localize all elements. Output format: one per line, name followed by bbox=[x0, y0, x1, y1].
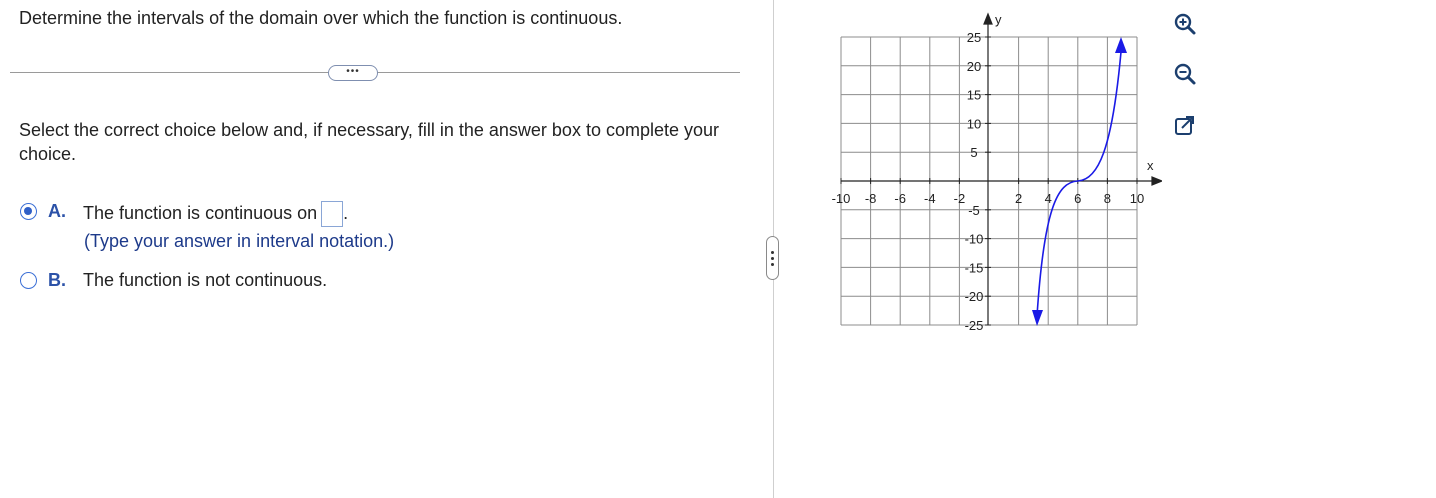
question-text: Determine the intervals of the domain ov… bbox=[19, 8, 623, 28]
y-tick-label: 15 bbox=[967, 88, 981, 103]
pop-out-icon[interactable] bbox=[1173, 114, 1197, 138]
choice-b-radio[interactable] bbox=[20, 272, 37, 289]
choice-a-hint: (Type your answer in interval notation.) bbox=[84, 231, 395, 251]
choice-b[interactable]: B. The function is not continuous. bbox=[20, 270, 327, 291]
choice-b-text: The function is not continuous. bbox=[83, 270, 328, 290]
y-axis-label: y bbox=[995, 12, 1002, 27]
x-tick-label: 6 bbox=[1074, 191, 1081, 206]
curve-arrow-down bbox=[1032, 310, 1043, 326]
zoom-out-icon[interactable] bbox=[1173, 62, 1197, 86]
choice-a[interactable]: A. The function is continuous on. bbox=[20, 201, 348, 227]
axes bbox=[841, 12, 1162, 325]
x-tick-label: -10 bbox=[832, 191, 851, 206]
y-tick-label: 20 bbox=[967, 59, 981, 74]
more-button[interactable]: ••• bbox=[328, 65, 378, 81]
function-graph: x y -10 -8 -6 -4 -2 2 4 6 8 10 25 20 15 … bbox=[832, 12, 1162, 333]
choice-b-letter: B. bbox=[48, 270, 66, 290]
y-tick-label: -15 bbox=[965, 260, 984, 275]
question-pane: Determine the intervals of the domain ov… bbox=[0, 0, 760, 498]
choice-a-radio[interactable] bbox=[20, 203, 37, 220]
y-tick-label: -20 bbox=[965, 289, 984, 304]
x-tick-label: 10 bbox=[1130, 191, 1144, 206]
curve-arrow-up bbox=[1115, 37, 1127, 53]
x-tick-label: -8 bbox=[865, 191, 877, 206]
y-tick-label: -5 bbox=[968, 203, 980, 218]
choice-a-letter: A. bbox=[48, 201, 66, 221]
y-tick-label: -25 bbox=[965, 318, 984, 333]
splitter-handle[interactable] bbox=[766, 236, 779, 280]
y-tick-label: 10 bbox=[967, 116, 981, 131]
x-tick-label: -6 bbox=[894, 191, 906, 206]
x-tick-label: 8 bbox=[1104, 191, 1111, 206]
x-axis-label: x bbox=[1147, 158, 1154, 173]
x-tick-label: -4 bbox=[924, 191, 936, 206]
x-tick-label: 2 bbox=[1015, 191, 1022, 206]
x-tick-label: 4 bbox=[1045, 191, 1052, 206]
y-tick-label: 5 bbox=[970, 145, 977, 160]
choice-a-label: The function is continuous on bbox=[83, 202, 318, 223]
y-tick-label: 25 bbox=[967, 30, 981, 45]
y-tick-label: -10 bbox=[965, 232, 984, 247]
choice-a-text: The function is continuous on. bbox=[83, 201, 348, 227]
interval-answer-input[interactable] bbox=[321, 201, 344, 227]
instruction-text: Select the correct choice below and, if … bbox=[19, 120, 720, 164]
choice-a-suffix: . bbox=[343, 202, 349, 223]
x-tick-label: -2 bbox=[954, 191, 966, 206]
zoom-in-icon[interactable] bbox=[1173, 12, 1197, 36]
